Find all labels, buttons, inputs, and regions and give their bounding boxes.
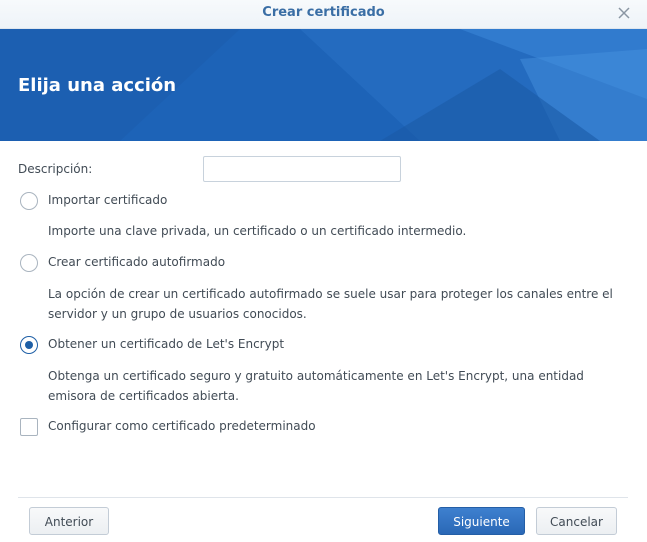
radio-self-signed-certificate[interactable]: [20, 254, 38, 272]
radio-selected-dot: [25, 341, 33, 349]
default-certificate-checkbox[interactable]: [20, 418, 38, 436]
default-certificate-label[interactable]: Configurar como certificado predetermina…: [48, 419, 316, 433]
next-button[interactable]: Siguiente: [438, 507, 525, 535]
radio-lets-encrypt-certificate[interactable]: [20, 336, 38, 354]
window-title: Crear certificado: [262, 5, 385, 20]
title-bar: Crear certificado: [0, 0, 647, 29]
footer-divider: [18, 497, 628, 498]
option-self-signed-label[interactable]: Crear certificado autofirmado: [48, 255, 225, 269]
description-input[interactable]: [203, 156, 401, 182]
option-lets-encrypt-label[interactable]: Obtener un certificado de Let's Encrypt: [48, 337, 284, 351]
back-button[interactable]: Anterior: [29, 507, 109, 535]
radio-import-certificate[interactable]: [20, 192, 38, 210]
option-self-signed-description: La opción de crear un certificado autofi…: [48, 287, 613, 321]
description-label: Descripción:: [18, 162, 93, 176]
page-heading: Elija una acción: [18, 75, 177, 96]
option-import-description: Importe una clave privada, un certificad…: [48, 224, 467, 238]
option-lets-encrypt-description: Obtenga un certificado seguro y gratuito…: [48, 369, 584, 403]
header-banner: Elija una acción: [0, 29, 647, 141]
option-import-label[interactable]: Importar certificado: [48, 193, 167, 207]
cancel-button[interactable]: Cancelar: [536, 507, 617, 535]
close-icon[interactable]: [615, 4, 633, 22]
